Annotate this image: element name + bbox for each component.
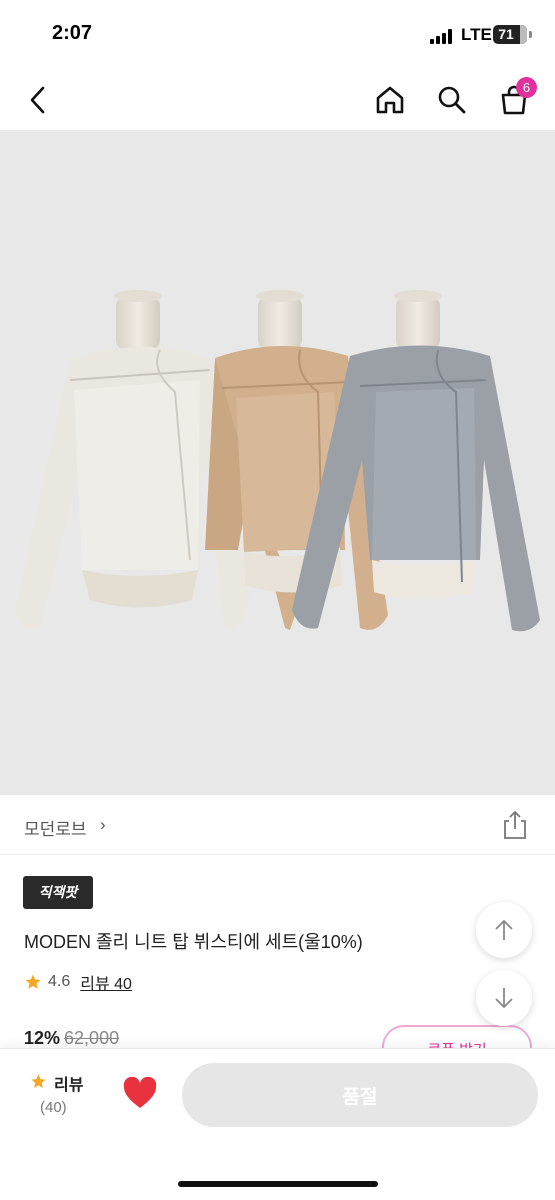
back-button[interactable] — [18, 80, 58, 120]
mannequin-grey — [292, 290, 540, 632]
soldout-button[interactable]: 품절 — [182, 1063, 538, 1127]
promo-badge: 직잭팟 — [23, 876, 93, 909]
arrow-down-icon — [495, 988, 513, 1009]
share-icon — [504, 810, 526, 839]
product-title: MODEN 졸리 니트 탑 뷔스티에 세트(울10%) — [24, 932, 363, 952]
home-button[interactable] — [370, 80, 410, 120]
battery-level: 71 — [498, 26, 514, 42]
brand-chevron-icon: › — [100, 815, 106, 834]
cart-count-badge: 6 — [516, 77, 537, 98]
network-type: LTE — [461, 25, 492, 44]
rating-value: 4.6 — [48, 973, 71, 990]
review-link[interactable]: 리뷰 40 — [80, 970, 132, 994]
top-nav — [0, 70, 555, 130]
home-indicator — [178, 1181, 378, 1187]
bottom-action-bar: 리뷰 (40) 품절 — [0, 1048, 555, 1200]
star-icon — [31, 1074, 46, 1088]
share-button[interactable] — [500, 809, 530, 841]
back-icon — [30, 86, 45, 114]
product-image[interactable] — [0, 130, 555, 795]
battery-icon: 71 — [493, 25, 527, 44]
battery-cap — [529, 31, 532, 38]
original-price: 62,000 — [64, 1028, 120, 1048]
wishlist-button[interactable] — [122, 1076, 158, 1111]
arrow-up-icon — [495, 919, 513, 940]
status-bar: 2:07 LTE 71 — [0, 0, 555, 70]
review-summary-count: (40) — [40, 1099, 67, 1116]
rating-row: 4.6 리뷰 40 — [24, 970, 132, 994]
status-time: 2:07 — [52, 22, 93, 44]
discount-rate: 12% — [24, 1028, 61, 1048]
brand-link[interactable]: 모던로브 — [24, 815, 87, 840]
review-summary-label: 리뷰 — [54, 1077, 84, 1094]
search-button[interactable] — [432, 80, 472, 120]
product-photo-knit-sets — [15, 290, 540, 632]
brand-row: 모던로브 › — [0, 795, 555, 855]
search-icon — [438, 86, 466, 114]
signal-icon — [430, 28, 456, 44]
star-icon — [25, 974, 41, 989]
soldout-label: 품절 — [342, 1086, 378, 1108]
price-row: 12% 62,000 — [24, 1028, 119, 1049]
scroll-down-button[interactable] — [476, 970, 532, 1026]
home-icon — [376, 86, 404, 114]
heart-icon — [123, 1076, 157, 1108]
scroll-up-button[interactable] — [476, 902, 532, 958]
